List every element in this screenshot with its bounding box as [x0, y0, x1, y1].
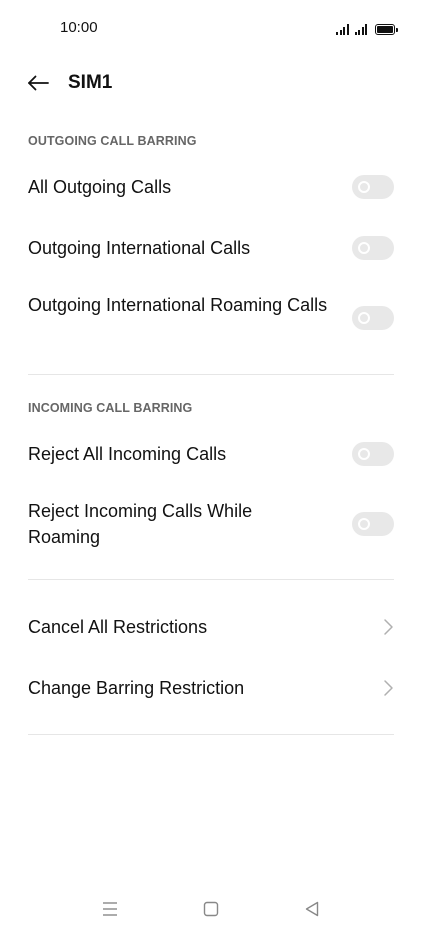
setting-label: Outgoing International Calls [28, 238, 251, 258]
app-header: SIM1 [0, 62, 422, 106]
toggle-switch[interactable] [352, 236, 394, 260]
page-title: SIM1 [68, 72, 113, 93]
setting-row-reject-incoming-roaming[interactable]: Reject Incoming Calls While Roaming [0, 496, 422, 552]
setting-row-outgoing-international-roaming[interactable]: Outgoing International Roaming Calls [0, 290, 422, 346]
status-icons [336, 21, 398, 35]
nav-home-button[interactable] [199, 897, 223, 921]
action-row-cancel-all-restrictions[interactable]: Cancel All Restrictions [0, 607, 422, 647]
toggle-switch[interactable] [352, 175, 394, 199]
chevron-right-icon [384, 619, 393, 635]
setting-row-outgoing-international[interactable]: Outgoing International Calls [0, 228, 422, 268]
nav-back-button[interactable] [300, 897, 324, 921]
setting-label: Reject All Incoming Calls [28, 444, 227, 464]
divider [28, 374, 394, 375]
toggle-knob [358, 181, 370, 193]
chevron-right-icon [384, 680, 393, 696]
nav-menu-button[interactable] [98, 897, 122, 921]
toggle-switch[interactable] [352, 442, 394, 466]
setting-row-all-outgoing[interactable]: All Outgoing Calls [0, 167, 422, 207]
battery-icon [375, 24, 398, 35]
menu-icon [103, 902, 117, 916]
toggle-knob [358, 518, 370, 530]
signal-icon [336, 23, 349, 35]
signal-icon [354, 23, 367, 35]
section-header-outgoing: OUTGOING CALL BARRING [28, 134, 197, 148]
setting-label: Reject Incoming Calls While Roaming [28, 501, 253, 547]
home-icon [203, 901, 219, 917]
divider [28, 734, 394, 735]
setting-row-reject-all-incoming[interactable]: Reject All Incoming Calls [0, 434, 422, 474]
action-row-change-barring-restriction[interactable]: Change Barring Restriction [0, 668, 422, 708]
arrow-left-icon [28, 75, 49, 91]
action-label: Cancel All Restrictions [28, 617, 208, 637]
setting-label: All Outgoing Calls [28, 177, 172, 197]
toggle-knob [358, 448, 370, 460]
section-header-incoming: INCOMING CALL BARRING [28, 401, 193, 415]
back-button[interactable] [26, 71, 50, 95]
back-triangle-icon [305, 901, 319, 917]
divider [28, 579, 394, 580]
action-label: Change Barring Restriction [28, 678, 245, 698]
status-time: 10:00 [60, 19, 98, 36]
toggle-knob [358, 312, 370, 324]
setting-label: Outgoing International Roaming Calls [28, 295, 328, 315]
toggle-switch[interactable] [352, 512, 394, 536]
toggle-switch[interactable] [352, 306, 394, 330]
toggle-knob [358, 242, 370, 254]
status-bar: 10:00 [0, 0, 422, 56]
system-nav-bar [0, 887, 422, 937]
